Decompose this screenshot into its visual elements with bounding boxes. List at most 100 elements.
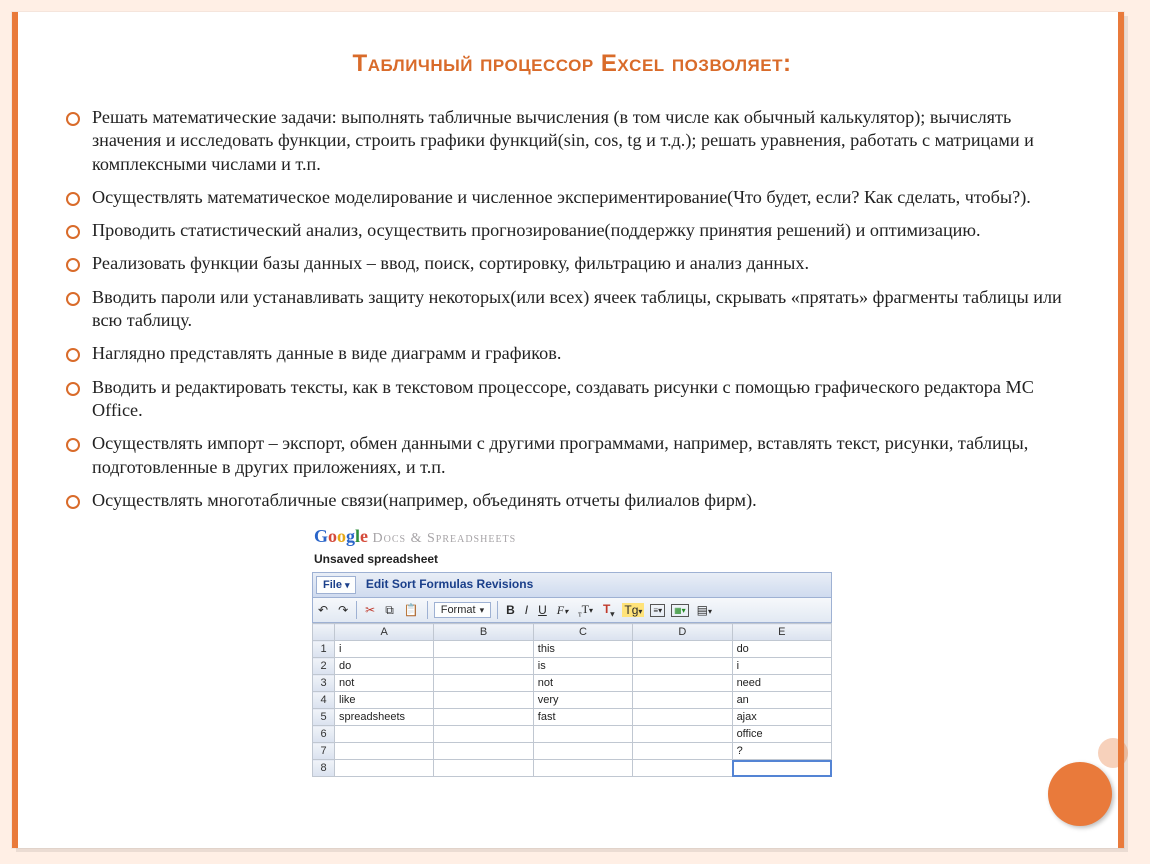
revisions-tab[interactable]: Revisions (477, 577, 534, 591)
insert-icon[interactable]: ▦▾ (671, 604, 689, 617)
row-header[interactable]: 4 (313, 692, 335, 709)
cell[interactable] (335, 726, 434, 743)
text-color-icon[interactable]: T▾ (601, 602, 616, 618)
document-title: Unsaved spreadsheet (314, 552, 830, 566)
cell[interactable]: an (732, 692, 831, 709)
cell[interactable] (533, 726, 632, 743)
cell[interactable]: do (335, 658, 434, 675)
cell[interactable] (335, 760, 434, 777)
copy-icon[interactable]: ⧉ (383, 603, 396, 618)
cell[interactable] (434, 726, 533, 743)
bullet-item: Наглядно представлять данные в виде диаг… (66, 342, 1074, 365)
col-header[interactable]: A (335, 624, 434, 641)
bullet-item: Осуществлять многотабличные связи(наприм… (66, 489, 1074, 512)
table-row: 5spreadsheets fast ajax (313, 709, 832, 726)
brand-suffix: Docs & Spreadsheets (373, 531, 517, 546)
cell[interactable] (633, 743, 732, 760)
font-icon[interactable]: F▾ (555, 603, 570, 618)
cell[interactable] (533, 760, 632, 777)
cell[interactable] (633, 692, 732, 709)
edit-tab[interactable]: Edit (366, 577, 389, 591)
cell[interactable]: ? (732, 743, 831, 760)
col-header[interactable]: E (732, 624, 831, 641)
spreadsheet-screenshot: Google Docs & Spreadsheets Unsaved sprea… (312, 526, 832, 777)
row-header[interactable]: 2 (313, 658, 335, 675)
cell[interactable] (434, 675, 533, 692)
cell[interactable]: i (732, 658, 831, 675)
table-row: 7? (313, 743, 832, 760)
font-size-icon[interactable]: тT▾ (576, 602, 595, 618)
cut-icon[interactable]: ✂ (363, 603, 377, 617)
brand-logo: Google Docs & Spreadsheets (314, 526, 830, 548)
italic-icon[interactable]: I (523, 603, 530, 617)
col-header[interactable]: B (434, 624, 533, 641)
menu-bar: File▾ Edit Sort Formulas Revisions (312, 572, 832, 598)
corner-cell[interactable] (313, 624, 335, 641)
row-header[interactable]: 1 (313, 641, 335, 658)
bullet-item: Проводить статистический анализ, осущест… (66, 219, 1074, 242)
table-row: 8 (313, 760, 832, 777)
formatting-toolbar: ↶ ↷ ✂ ⧉ 📋 Format▾ B I U F▾ тT▾ T▾ Tg▾ ≡▾… (312, 598, 832, 623)
cell[interactable] (633, 641, 732, 658)
file-menu[interactable]: File▾ (316, 576, 356, 594)
page-title: Табличный процессор Excel позволяет: (60, 50, 1084, 78)
cell[interactable] (633, 709, 732, 726)
cell[interactable]: spreadsheets (335, 709, 434, 726)
align-icon[interactable]: ≡▾ (650, 604, 665, 617)
col-header[interactable]: C (533, 624, 632, 641)
cell[interactable] (633, 675, 732, 692)
delete-icon[interactable]: ▤▾ (695, 603, 714, 617)
undo-icon[interactable]: ↶ (316, 603, 330, 617)
cell[interactable] (732, 760, 831, 777)
cell[interactable] (434, 709, 533, 726)
chevron-down-icon: ▾ (345, 580, 350, 590)
paste-icon[interactable]: 📋 (402, 603, 421, 617)
cell[interactable]: fast (533, 709, 632, 726)
bullet-item: Решать математические задачи: выполнять … (66, 106, 1074, 176)
cell[interactable] (434, 743, 533, 760)
cell[interactable] (633, 760, 732, 777)
cell[interactable]: like (335, 692, 434, 709)
table-row: 1i this do (313, 641, 832, 658)
formulas-tab[interactable]: Formulas (419, 577, 473, 591)
format-menu[interactable]: Format▾ (434, 602, 491, 618)
cell[interactable]: do (732, 641, 831, 658)
row-header[interactable]: 5 (313, 709, 335, 726)
spreadsheet-grid: A B C D E 1ithisdo2doisi3notnotneed4like… (312, 623, 832, 777)
bold-icon[interactable]: B (504, 603, 517, 617)
cell[interactable] (434, 658, 533, 675)
cell[interactable]: need (732, 675, 831, 692)
cell[interactable]: not (335, 675, 434, 692)
cell[interactable]: i (335, 641, 434, 658)
col-header[interactable]: D (633, 624, 732, 641)
cell[interactable]: is (533, 658, 632, 675)
slide-content: Табличный процессор Excel позволяет: Реш… (12, 12, 1124, 848)
cell[interactable]: office (732, 726, 831, 743)
cell[interactable]: ajax (732, 709, 831, 726)
cell[interactable] (434, 692, 533, 709)
redo-icon[interactable]: ↷ (336, 603, 350, 617)
bullet-list: Решать математические задачи: выполнять … (66, 106, 1074, 512)
underline-icon[interactable]: U (536, 603, 549, 617)
highlight-icon[interactable]: Tg▾ (622, 603, 644, 617)
bullet-item: Осуществлять импорт – экспорт, обмен дан… (66, 432, 1074, 479)
row-header[interactable]: 3 (313, 675, 335, 692)
separator (497, 601, 498, 619)
cell[interactable] (434, 641, 533, 658)
cell[interactable] (434, 760, 533, 777)
cell[interactable] (633, 658, 732, 675)
cell[interactable] (533, 743, 632, 760)
row-header[interactable]: 7 (313, 743, 335, 760)
column-header-row: A B C D E (313, 624, 832, 641)
bullet-item: Вводить и редактировать тексты, как в те… (66, 376, 1074, 423)
cell[interactable]: very (533, 692, 632, 709)
sort-tab[interactable]: Sort (392, 577, 416, 591)
cell[interactable]: this (533, 641, 632, 658)
table-row: 4like very an (313, 692, 832, 709)
row-header[interactable]: 6 (313, 726, 335, 743)
cell[interactable]: not (533, 675, 632, 692)
cell[interactable] (335, 743, 434, 760)
cell[interactable] (633, 726, 732, 743)
row-header[interactable]: 8 (313, 760, 335, 777)
google-logo-text: Google (314, 526, 373, 546)
